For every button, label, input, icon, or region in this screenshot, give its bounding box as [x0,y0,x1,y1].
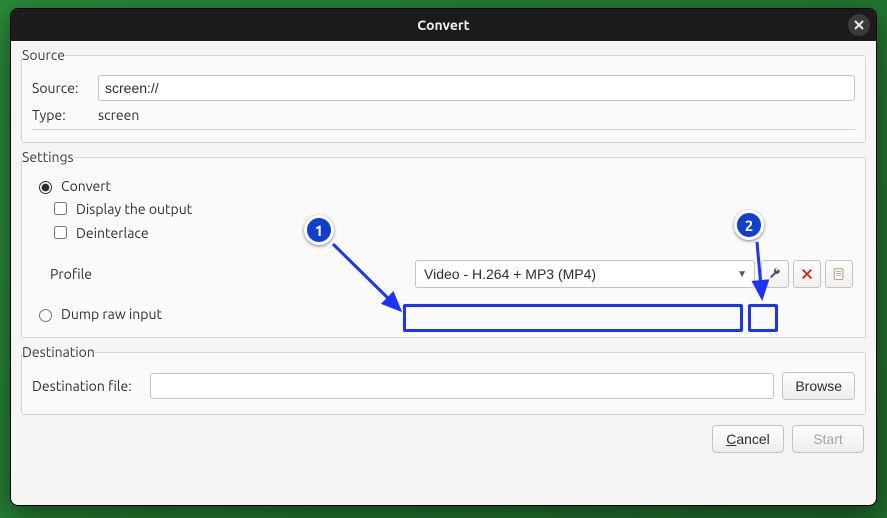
annotation-arrow-2 [0,0,887,518]
